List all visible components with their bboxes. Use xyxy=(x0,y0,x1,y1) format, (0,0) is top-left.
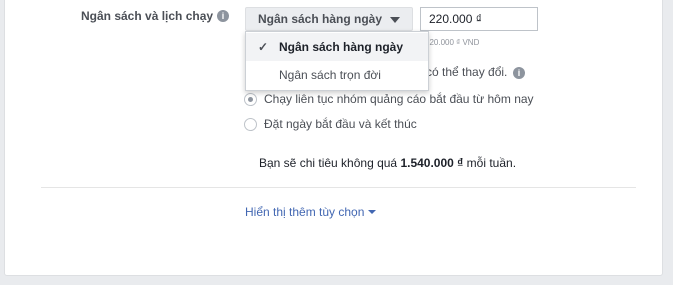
radio-set-dates[interactable] xyxy=(244,118,257,131)
budget-schedule-label: Ngân sách và lịch chạy xyxy=(81,9,214,23)
radio-set-dates-label: Đặt ngày bắt đầu và kết thúc xyxy=(264,117,417,131)
weekly-spend-summary: Bạn sẽ chi tiêu không quá 1.540.000 ₫ mỗ… xyxy=(259,156,517,170)
budget-amount-hint: 220.000 ₫ VND xyxy=(425,38,480,47)
info-icon[interactable]: i xyxy=(513,67,525,79)
radio-run-continuously-label: Chạy liên tục nhóm quảng cáo bắt đầu từ … xyxy=(264,92,534,106)
radio-run-continuously[interactable] xyxy=(244,93,257,106)
info-icon[interactable]: i xyxy=(217,10,229,22)
schedule-note-text: có thể thay đổi. xyxy=(426,65,508,79)
budget-type-dropdown: ✓ Ngân sách hàng ngày Ngân sách trọn đời xyxy=(245,31,429,91)
budget-amount-input[interactable]: 220.000 ₫ xyxy=(420,7,538,31)
checkmark-icon: ✓ xyxy=(258,40,269,54)
dropdown-option-daily-budget[interactable]: ✓ Ngân sách hàng ngày xyxy=(246,33,428,61)
section-divider xyxy=(41,187,636,188)
dropdown-option-lifetime-budget[interactable]: Ngân sách trọn đời xyxy=(246,61,428,89)
caret-down-icon xyxy=(390,17,400,23)
budget-type-select-label: Ngân sách hàng ngày xyxy=(258,12,383,26)
caret-down-icon xyxy=(368,210,377,214)
budget-schedule-card: Ngân sách và lịch chạy i Ngân sách hàng … xyxy=(4,0,663,276)
weekly-spend-amount: 1.540.000 ₫ xyxy=(400,156,464,170)
show-more-options-link[interactable]: Hiển thị thêm tùy chọn xyxy=(245,205,377,219)
budget-type-select[interactable]: Ngân sách hàng ngày xyxy=(245,7,413,31)
